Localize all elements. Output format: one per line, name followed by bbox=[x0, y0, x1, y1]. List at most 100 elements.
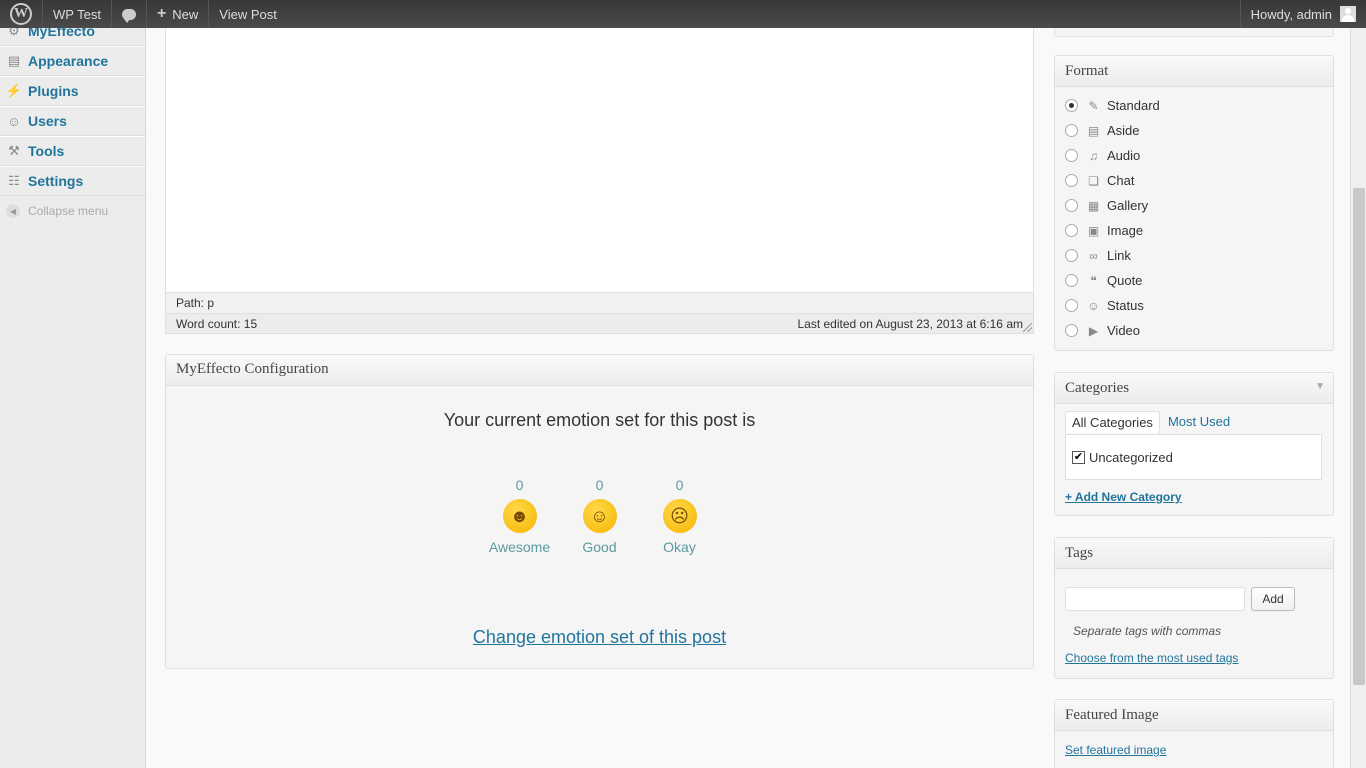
categories-box-title[interactable]: Categories bbox=[1055, 373, 1333, 404]
myeffecto-configuration-box: MyEffecto Configuration Your current emo… bbox=[165, 354, 1034, 669]
format-option-aside[interactable]: ▤ Aside bbox=[1065, 118, 1323, 143]
menu-item-plugins[interactable]: ⚡ Plugins bbox=[0, 76, 145, 106]
myeffecto-box-title[interactable]: MyEffecto Configuration bbox=[166, 355, 1033, 386]
format-radio[interactable] bbox=[1065, 99, 1078, 112]
settings-icon: ☷ bbox=[8, 173, 20, 188]
chat-icon: ❏ bbox=[1088, 173, 1099, 188]
emotion-set-heading: Your current emotion set for this post i… bbox=[443, 410, 756, 430]
featured-image-box-title[interactable]: Featured Image bbox=[1055, 700, 1333, 731]
emotion-name: Awesome bbox=[488, 539, 551, 555]
view-post-link[interactable]: View Post bbox=[209, 0, 287, 28]
howdy-label: Howdy, admin bbox=[1250, 6, 1332, 22]
collapse-menu-button[interactable]: ◀ Collapse menu bbox=[0, 196, 145, 226]
tools-icon: ⚒ bbox=[8, 143, 20, 158]
format-radio[interactable] bbox=[1065, 149, 1078, 162]
format-radio[interactable] bbox=[1065, 124, 1078, 137]
status-icon: ☺ bbox=[1087, 298, 1100, 313]
set-featured-image-link[interactable]: Set featured image bbox=[1065, 743, 1166, 757]
format-option-chat[interactable]: ❏ Chat bbox=[1065, 168, 1323, 193]
menu-item-label: Appearance bbox=[28, 53, 109, 69]
music-note-icon: ♫ bbox=[1089, 148, 1098, 163]
tab-all-categories[interactable]: All Categories bbox=[1065, 411, 1160, 433]
last-edited: Last edited on August 23, 2013 at 6:16 a… bbox=[797, 317, 1023, 331]
pin-icon: ✎ bbox=[1088, 98, 1099, 113]
collapse-menu-label: Collapse menu bbox=[28, 204, 109, 218]
format-option-audio[interactable]: ♫ Audio bbox=[1065, 143, 1323, 168]
menu-item-label: Users bbox=[28, 113, 67, 129]
format-label: Chat bbox=[1107, 173, 1135, 188]
new-label: New bbox=[172, 6, 199, 22]
format-label: Quote bbox=[1107, 273, 1143, 288]
format-box-title[interactable]: Format bbox=[1055, 56, 1333, 87]
menu-item-users[interactable]: ☺ Users bbox=[0, 106, 145, 136]
format-label: Status bbox=[1107, 298, 1144, 313]
emotion-okay[interactable]: 0 ☹ Okay bbox=[650, 477, 710, 555]
collapse-arrow-icon: ◀ bbox=[6, 204, 20, 218]
emotion-awesome[interactable]: 0 ☻ Awesome bbox=[488, 477, 551, 555]
tags-box: Tags Add Separate tags with commas Choos… bbox=[1054, 537, 1334, 679]
format-option-video[interactable]: ▶ Video bbox=[1065, 318, 1323, 343]
format-radio[interactable] bbox=[1065, 324, 1078, 337]
appearance-icon: ▤ bbox=[7, 53, 21, 68]
menu-item-appearance[interactable]: ▤ Appearance bbox=[0, 46, 145, 76]
format-options: ✎ Standard ▤ Aside ♫ Audio ❏ Chat ▦ Gall… bbox=[1055, 87, 1333, 349]
format-radio[interactable] bbox=[1065, 174, 1078, 187]
wordpress-logo-menu[interactable]: W bbox=[0, 0, 43, 28]
wordpress-logo-icon: W bbox=[10, 3, 32, 25]
new-content-menu[interactable]: + New bbox=[147, 0, 210, 28]
scrollbar-thumb[interactable] bbox=[1353, 188, 1365, 685]
tab-most-used[interactable]: Most Used bbox=[1162, 411, 1236, 433]
format-radio[interactable] bbox=[1065, 274, 1078, 287]
category-checkbox[interactable]: ✔ bbox=[1072, 450, 1085, 464]
quote-icon: ❝ bbox=[1090, 273, 1097, 288]
admin-menu: ⚙ MyEffecto ▤ Appearance ⚡ Plugins ☺ Use… bbox=[0, 16, 145, 226]
comment-bubble-icon bbox=[121, 8, 136, 23]
add-tag-button[interactable]: Add bbox=[1251, 587, 1295, 611]
format-option-standard[interactable]: ✎ Standard bbox=[1065, 93, 1323, 118]
change-emotion-set-link[interactable]: Change emotion set of this post bbox=[166, 627, 1033, 648]
menu-item-label: Plugins bbox=[28, 83, 79, 99]
aside-icon: ▤ bbox=[1087, 123, 1100, 138]
post-editor[interactable]: Path: p Word count: 15 Last edited on Au… bbox=[165, 0, 1034, 334]
editor-resize-handle[interactable] bbox=[1023, 323, 1032, 332]
format-option-quote[interactable]: ❝ Quote bbox=[1065, 268, 1323, 293]
format-option-image[interactable]: ▣ Image bbox=[1065, 218, 1323, 243]
format-option-status[interactable]: ☺ Status bbox=[1065, 293, 1323, 318]
add-new-category-link[interactable]: + Add New Category bbox=[1065, 490, 1182, 504]
tags-box-title[interactable]: Tags bbox=[1055, 538, 1333, 569]
choose-most-used-tags-link[interactable]: Choose from the most used tags bbox=[1065, 651, 1238, 665]
emotion-count: 0 bbox=[515, 477, 524, 493]
avatar bbox=[1340, 6, 1356, 22]
good-emoji-icon: ☺ bbox=[582, 499, 617, 533]
emotion-list: 0 ☻ Awesome 0 ☺ Good 0 ☹ Okay bbox=[166, 477, 1033, 555]
video-icon: ▶ bbox=[1088, 323, 1099, 338]
gallery-icon: ▦ bbox=[1087, 198, 1100, 213]
menu-item-label: Settings bbox=[28, 173, 84, 189]
menu-item-tools[interactable]: ⚒ Tools bbox=[0, 136, 145, 166]
category-tabs: All Categories Most Used bbox=[1065, 411, 1236, 433]
format-radio[interactable] bbox=[1065, 249, 1078, 262]
emotion-name: Good bbox=[582, 539, 617, 555]
emotion-good[interactable]: 0 ☺ Good bbox=[570, 477, 630, 555]
comments-link[interactable] bbox=[112, 0, 147, 28]
format-radio[interactable] bbox=[1065, 299, 1078, 312]
word-count: Word count: 15 bbox=[176, 317, 258, 331]
format-label: Gallery bbox=[1107, 198, 1149, 213]
page-scrollbar[interactable] bbox=[1350, 28, 1366, 768]
category-label[interactable]: Uncategorized bbox=[1089, 450, 1173, 465]
menu-item-settings[interactable]: ☷ Settings bbox=[0, 166, 145, 196]
toggle-arrow-icon[interactable]: ▼ bbox=[1315, 381, 1325, 392]
format-radio[interactable] bbox=[1065, 224, 1078, 237]
account-menu[interactable]: Howdy, admin bbox=[1239, 0, 1366, 28]
emotion-count: 0 bbox=[595, 477, 604, 493]
emotion-name: Okay bbox=[663, 539, 696, 555]
format-label: Video bbox=[1107, 323, 1141, 338]
users-icon: ☺ bbox=[7, 113, 21, 129]
format-option-link[interactable]: ∞ Link bbox=[1065, 243, 1323, 268]
format-option-gallery[interactable]: ▦ Gallery bbox=[1065, 193, 1323, 218]
admin-bar: W WP Test + New View Post Howdy, admin bbox=[0, 0, 1366, 28]
format-radio[interactable] bbox=[1065, 199, 1078, 212]
tag-input[interactable] bbox=[1065, 587, 1245, 611]
site-name-link[interactable]: WP Test bbox=[43, 0, 112, 28]
link-icon: ∞ bbox=[1089, 248, 1098, 263]
